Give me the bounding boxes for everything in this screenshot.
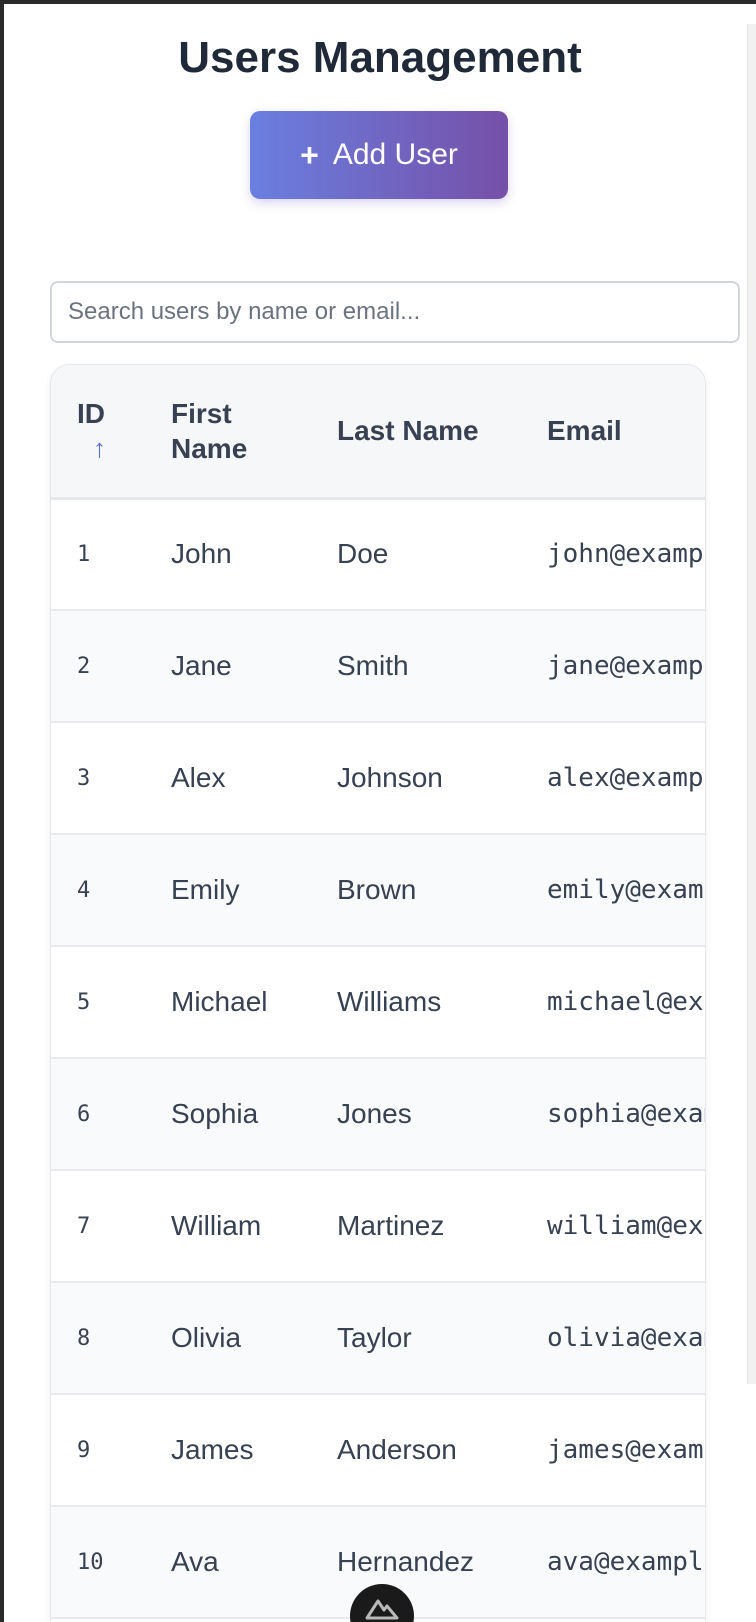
cell-id: 8 <box>77 1325 91 1351</box>
table-row[interactable]: 4 Emily Brown emily@example.com <box>51 834 705 946</box>
add-user-button[interactable]: + Add User <box>250 111 508 199</box>
cell-first-name: William <box>171 1210 262 1241</box>
table-row[interactable]: 5 Michael Williams michael@example.com <box>51 946 705 1058</box>
column-header-id-label: ID <box>77 397 105 429</box>
cell-id: 4 <box>77 877 91 903</box>
table-row[interactable]: 2 Jane Smith jane@example.com <box>51 610 705 722</box>
cell-first-name: Sophia <box>171 1098 259 1129</box>
sort-ascending-icon: ↑ <box>93 432 106 463</box>
cell-email: emily@example.com <box>547 875 705 905</box>
table-row[interactable]: 3 Alex Johnson alex@example.com <box>51 722 705 834</box>
cell-last-name: Brown <box>337 874 417 905</box>
cell-last-name: Hernandez <box>337 1546 474 1577</box>
cell-id: 1 <box>77 541 91 567</box>
cell-last-name: Smith <box>337 650 409 681</box>
cell-first-name: Jane <box>171 650 232 681</box>
cell-last-name: Johnson <box>337 762 443 793</box>
cell-email: william@example.com <box>547 1211 705 1241</box>
plus-icon: + <box>300 137 319 173</box>
cell-id: 7 <box>77 1213 91 1239</box>
cell-last-name: Jones <box>337 1098 412 1129</box>
cell-id: 10 <box>77 1549 104 1575</box>
cell-email: alex@example.com <box>547 763 705 793</box>
cell-email: jane@example.com <box>547 651 705 681</box>
cell-email: michael@example.com <box>547 987 705 1017</box>
search-input[interactable] <box>50 281 740 343</box>
column-header-email[interactable]: Email <box>521 365 705 498</box>
users-table: ID ↑ First Name Last Name Email 1 John D… <box>51 365 705 1619</box>
column-header-first-name[interactable]: First Name <box>145 365 311 498</box>
table-row[interactable]: 6 Sophia Jones sophia@example.com <box>51 1058 705 1170</box>
cell-first-name: John <box>171 538 232 570</box>
cell-id: 5 <box>77 989 91 1015</box>
cell-last-name: Martinez <box>337 1210 445 1241</box>
cell-first-name: Michael <box>171 986 268 1017</box>
app-window: Users Management + Add User ID ↑ Firs <box>4 4 756 1622</box>
table-row[interactable]: 8 Olivia Taylor olivia@example.com <box>51 1282 705 1394</box>
cell-last-name: Williams <box>337 986 442 1017</box>
cell-last-name: Anderson <box>337 1434 457 1465</box>
cell-first-name: James <box>171 1434 254 1465</box>
users-table-card: ID ↑ First Name Last Name Email 1 John D… <box>50 364 706 1622</box>
cell-email: ava@example.com <box>547 1547 705 1577</box>
add-user-label: Add User <box>332 138 458 171</box>
table-header-row: ID ↑ First Name Last Name Email <box>51 365 705 498</box>
cell-email: john@example.com <box>547 539 705 570</box>
column-header-last-name[interactable]: Last Name <box>311 365 521 498</box>
cell-first-name: Ava <box>171 1546 219 1577</box>
cell-first-name: Olivia <box>171 1322 242 1353</box>
cell-first-name: Alex <box>171 762 226 793</box>
cell-email: james@example.com <box>547 1435 705 1465</box>
page-title: Users Management <box>178 33 582 82</box>
table-row[interactable]: 7 William Martinez william@example.com <box>51 1170 705 1282</box>
cell-id: 2 <box>77 653 91 679</box>
cell-id: 9 <box>77 1437 91 1463</box>
column-header-id[interactable]: ID ↑ <box>51 365 145 498</box>
cell-last-name: Taylor <box>337 1322 412 1353</box>
page-scrollbar[interactable] <box>747 24 756 1384</box>
table-row[interactable]: 9 James Anderson james@example.com <box>51 1394 705 1506</box>
cell-first-name: Emily <box>171 874 240 905</box>
nuxt-logo-icon <box>365 1598 399 1622</box>
table-row[interactable]: 1 John Doe john@example.com <box>51 498 705 610</box>
cell-id: 6 <box>77 1101 91 1127</box>
cell-email: sophia@example.com <box>547 1099 705 1129</box>
cell-id: 3 <box>77 765 91 791</box>
column-header-first-name-label: First Name <box>171 397 248 464</box>
column-header-last-name-label: Last Name <box>337 415 479 447</box>
column-header-email-label: Email <box>547 415 622 447</box>
cell-email: olivia@example.com <box>547 1323 705 1353</box>
cell-last-name: Doe <box>337 538 389 570</box>
